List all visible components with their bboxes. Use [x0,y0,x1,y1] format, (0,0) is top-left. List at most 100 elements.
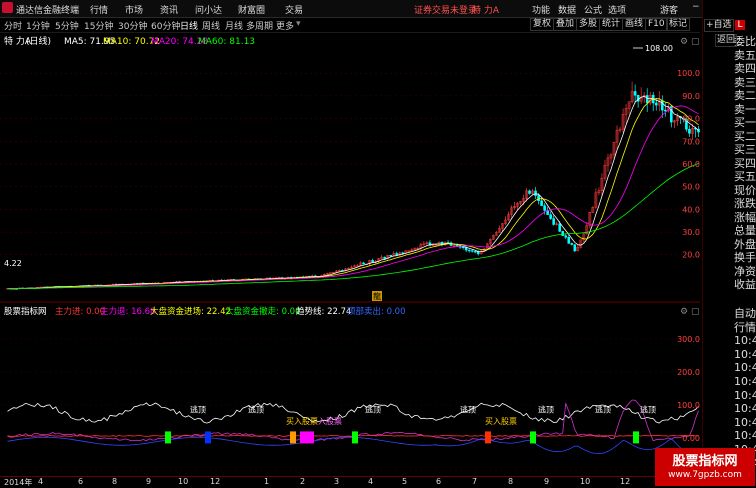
menu-gongshi[interactable]: 公式 [584,3,602,16]
candle [567,237,571,244]
escape-top-label: 逃顶 [460,404,476,414]
signal-block [352,431,358,444]
menu-jiaoyi[interactable]: 交易 [285,3,303,16]
app-logo-icon [2,2,13,13]
watermark-url: www.7gpzb.com [668,470,742,480]
period-fenshi[interactable]: 分时 [4,19,22,32]
period-1min[interactable]: 1分钟 [26,19,50,32]
price-tick: 90.0 [682,92,700,101]
candle [362,262,365,265]
escape-top-label: 逃顶 [365,404,381,414]
candle [528,190,531,194]
period-60min[interactable]: 60分钟 [151,19,180,32]
indicator-tick: 300.0 [677,335,700,344]
current-stock: 特 力A [472,6,500,16]
low-marker: 4.22 [4,259,22,268]
quote-row-label: 买二 [734,129,756,143]
time-tick: 7 [472,477,478,486]
btn-huaxian[interactable]: 画线 [622,18,647,31]
tick-time-row: 10:4 [734,334,756,348]
menu-wenxiaoda[interactable]: 问小达 [195,3,222,16]
btn-diejia[interactable]: 叠加 [553,18,578,31]
btn-return[interactable]: 返回 [715,34,738,47]
menu-youke[interactable]: 游客 [660,3,678,16]
btn-biaoji[interactable]: 标记 [666,18,691,31]
quote-row-label: 买五 [734,170,756,183]
title-bar: 通达信金融终端 行情 市场 资讯 问小达 财富圈 交易 证券交易未登录 特 力A… [0,0,756,18]
escape-top-label: 逃顶 [595,404,611,414]
quote-row-label: 换手 [734,251,756,264]
candle [534,190,537,196]
period-15min[interactable]: 15分钟 [84,19,113,32]
indicator-big-out: 大盘资金撤走: 0.00 [225,306,301,317]
candle [383,256,386,259]
candle [552,218,555,225]
quote-row-label: 现价 [734,183,756,197]
period-weekly[interactable]: 周线 [202,19,220,32]
escape-top-label: 逃顶 [640,404,656,414]
time-tick: 2 [300,477,306,486]
btn-tongji[interactable]: 统计 [599,18,624,31]
menu-shichang[interactable]: 市场 [125,3,143,16]
quote-row-label: 委比 [734,35,756,48]
signal-block [300,431,314,444]
chart-settings-icon[interactable]: ⚙ [680,37,688,47]
candle [464,247,468,251]
indicator-chart[interactable]: 300.0200.0100.00.00-100.0 逃顶逃顶逃顶逃顶逃顶逃顶逃顶… [0,304,700,476]
panel-tag: L [735,20,745,30]
minimize-icon[interactable]: − [692,2,700,12]
quote-row-label: 卖一 [734,102,756,116]
candle [654,102,658,106]
time-tick: 1 [264,477,270,486]
btn-f10[interactable]: F10 [645,18,668,31]
tick-time-row: 10:4 [734,347,756,361]
tick-time-row: 10:4 [734,429,756,443]
chart-close-icon[interactable]: ▢ [691,37,700,47]
period-daily[interactable]: 日线 [180,19,198,32]
period-5min[interactable]: 5分钟 [55,19,79,32]
price-tick: 100.0 [677,69,700,78]
period-30min[interactable]: 30分钟 [118,19,147,32]
candle [470,250,474,252]
btn-duogu[interactable]: 多股 [576,18,601,31]
menu-caifuquan[interactable]: 财富圈 [238,3,265,16]
escape-top-label: 逃顶 [248,404,264,414]
candle [663,109,667,112]
quote-row-label: 卖二 [734,89,756,102]
buy-label: 入股票 [318,417,342,426]
note-marker[interactable]: 龍 [373,291,381,301]
quote-row-label: 外盘 [734,237,756,251]
quote-row-label: 卖五 [734,48,756,62]
signal-block [290,431,296,444]
candle [537,195,540,202]
btn-fuquan[interactable]: 复权 [530,18,555,31]
login-warning[interactable]: 证券交易未登录 [414,3,477,16]
period-monthly[interactable]: 月线 [225,19,243,32]
indicator-settings-icon[interactable]: ⚙ [680,307,688,317]
price-tick: 70.0 [682,137,700,146]
indicator-tick: 0.00 [682,434,700,443]
chevron-down-icon[interactable]: ▾ [296,19,301,29]
tick-time-row: 自动 [734,307,756,320]
tick-time-row: 10:4 [734,375,756,388]
time-tick: 12 [210,477,221,486]
quote-row-label: 卖三 [734,75,756,89]
kline-chart[interactable]: 100.090.080.070.060.050.040.030.020.0 特 … [0,33,700,303]
tick-time-row: 行情 [734,320,756,334]
period-multi[interactable]: 多周期 [246,19,273,32]
time-tick: 3 [334,477,340,486]
period-more[interactable]: 更多 [276,19,294,32]
watermark-title: 股票指标网 [672,454,738,469]
candle [549,214,552,219]
candle [561,231,565,236]
menu-hangqing[interactable]: 行情 [90,3,108,16]
menu-gongneng[interactable]: 功能 [532,3,550,16]
btn-add-watchlist[interactable]: +自选 [704,19,734,32]
indicator-close-icon[interactable]: ▢ [691,307,700,317]
menu-xuanxiang[interactable]: 选项 [608,3,626,16]
candle [645,95,649,104]
time-axis: 2014年 4 6 8 9 10 12 1 2 3 4 5 6 7 8 9 10 12 [0,476,700,488]
candle [558,223,561,232]
menu-shuju[interactable]: 数据 [558,3,576,16]
menu-zixun[interactable]: 资讯 [160,3,178,16]
